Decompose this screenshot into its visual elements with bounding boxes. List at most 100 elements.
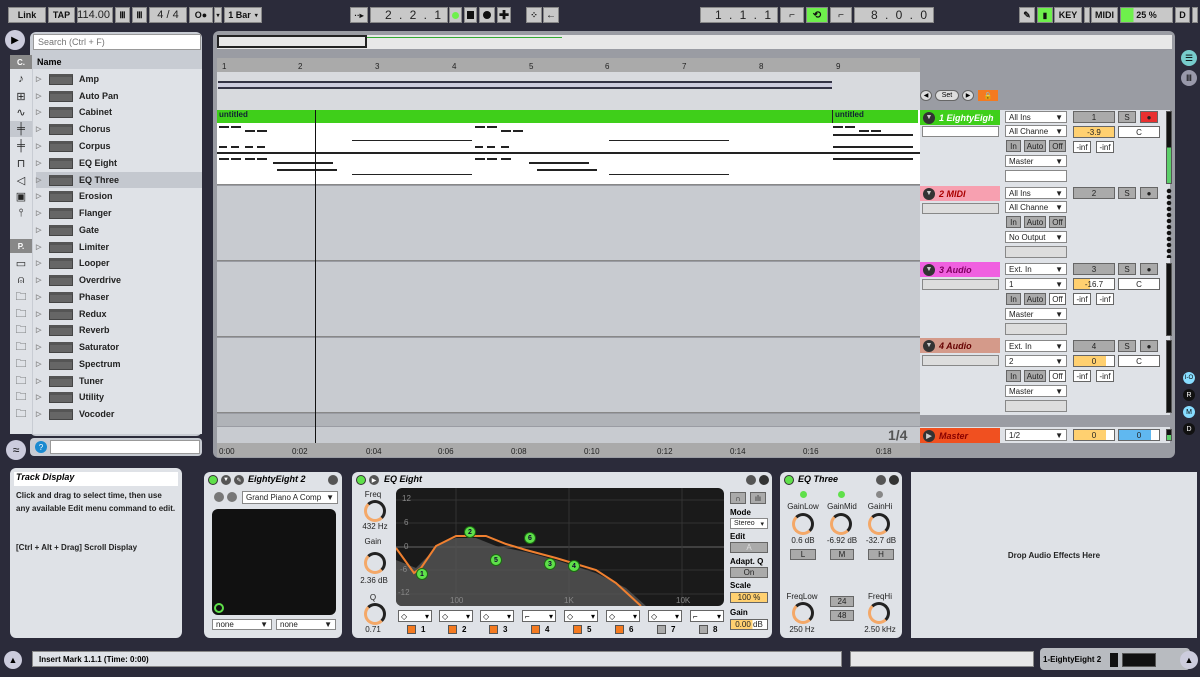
- track-1-monitor-off[interactable]: Off: [1049, 140, 1066, 152]
- folder-icon[interactable]: 🗀: [10, 322, 32, 338]
- track-1-arm[interactable]: ●: [1140, 111, 1158, 123]
- browser-item[interactable]: ▷ Vocoder: [36, 406, 202, 422]
- track-lane[interactable]: [217, 262, 920, 337]
- track-2-solo[interactable]: S: [1118, 187, 1136, 199]
- eq-band-5-handle[interactable]: 5: [490, 554, 502, 566]
- browser-item[interactable]: ▷ EQ Eight: [36, 155, 202, 171]
- track-4-monitor-off[interactable]: Off: [1049, 370, 1066, 382]
- track-3-output-select[interactable]: Master ▼: [1005, 308, 1067, 320]
- fold-icon[interactable]: ▼: [923, 111, 935, 124]
- browser-item[interactable]: ▷ Tuner: [36, 373, 202, 389]
- eq-band-4-handle[interactable]: 4: [568, 560, 580, 572]
- track-1-input-select[interactable]: All Ins ▼: [1005, 111, 1067, 123]
- folder-icon[interactable]: 🗀: [10, 339, 32, 355]
- gainhi-knob[interactable]: [868, 513, 890, 535]
- set-locator-button[interactable]: Set: [935, 90, 959, 101]
- band-4-filter-type[interactable]: ⌐ ▾: [522, 610, 556, 622]
- drums-icon[interactable]: ⊞: [10, 88, 32, 104]
- returns-toggle[interactable]: R: [1183, 389, 1195, 401]
- track-2-channel-select[interactable]: All Channe ▼: [1005, 201, 1067, 213]
- browser-item[interactable]: ▷ Utility: [36, 389, 202, 405]
- track-3-solo[interactable]: S: [1118, 263, 1136, 275]
- plugins-icon[interactable]: ⊓: [10, 155, 32, 171]
- name-column-header[interactable]: Name: [33, 55, 202, 69]
- device-power-icon[interactable]: [784, 475, 794, 485]
- draw-mode-button[interactable]: ✎: [1019, 7, 1035, 23]
- q-knob[interactable]: [364, 603, 386, 625]
- fold-icon[interactable]: ▼: [923, 263, 935, 276]
- eq-band-2-handle[interactable]: 2: [464, 526, 476, 538]
- band-7-toggle[interactable]: 7: [657, 625, 675, 634]
- loop-brace[interactable]: [218, 81, 832, 89]
- quantize-select[interactable]: 1 Bar ▾: [224, 7, 262, 23]
- band-4-toggle[interactable]: 4: [531, 625, 549, 634]
- lock-icon[interactable]: 🔒: [978, 90, 998, 101]
- midi-effects-icon[interactable]: ╪: [10, 138, 32, 154]
- track-2-activator[interactable]: 2: [1073, 187, 1115, 199]
- browser-item[interactable]: ▷ Saturator: [36, 339, 202, 355]
- expand-icon[interactable]: ▷: [36, 360, 46, 368]
- eq-band-3-handle[interactable]: 3: [544, 558, 556, 570]
- metronome-menu[interactable]: ▾: [214, 7, 222, 23]
- loop-length-field[interactable]: 8 . 0 . 0: [854, 7, 934, 23]
- song-position-field[interactable]: 2 . 2 . 1: [370, 7, 448, 23]
- browser-item[interactable]: ▷ Reverb: [36, 322, 202, 338]
- search-input[interactable]: [33, 34, 201, 50]
- next-locator-button[interactable]: ▶: [962, 90, 974, 101]
- help-icon[interactable]: ?: [35, 441, 47, 453]
- nudge-up-button[interactable]: Ⅲ: [132, 7, 147, 23]
- mid-on-toggle[interactable]: M: [830, 549, 854, 560]
- fold-icon[interactable]: ▼: [221, 475, 231, 485]
- track-3-input-select[interactable]: Ext. In ▼: [1005, 263, 1067, 275]
- follow-button[interactable]: ··▸: [350, 7, 368, 23]
- hot-swap-icon[interactable]: [328, 475, 338, 485]
- unfold-icon[interactable]: ▶: [923, 429, 935, 442]
- track-4-arm[interactable]: ●: [1140, 340, 1158, 352]
- browser-item[interactable]: ▷ Corpus: [36, 138, 202, 154]
- track-2-output-select[interactable]: No Output ▼: [1005, 231, 1067, 243]
- expand-icon[interactable]: ▷: [36, 310, 46, 318]
- spectrum-icon[interactable]: ılı: [750, 492, 766, 504]
- track-4-monitor-auto[interactable]: Auto: [1024, 370, 1046, 382]
- browser-item[interactable]: ▷ Auto Pan: [36, 88, 202, 104]
- nudge-down-button[interactable]: Ⅲ: [115, 7, 130, 23]
- wrench-icon[interactable]: ✎: [234, 475, 244, 485]
- slope-48-button[interactable]: 48: [830, 610, 854, 621]
- track-3-monitor-in[interactable]: In: [1006, 293, 1021, 305]
- clips-icon[interactable]: ◁: [10, 172, 32, 188]
- browser-item[interactable]: ▷ Amp: [36, 71, 202, 87]
- fold-icon[interactable]: ▼: [923, 339, 935, 352]
- category-c-tab[interactable]: C.: [10, 55, 32, 69]
- track-1-activator[interactable]: 1: [1073, 111, 1115, 123]
- adapt-q-toggle[interactable]: On: [730, 567, 768, 578]
- loop-start-field[interactable]: 1 . 1 . 1: [700, 7, 778, 23]
- eq-display[interactable]: 12 6 0 -6 -12 100 1K 10K 1 2 3 4 5 6: [396, 488, 724, 606]
- freq-knob[interactable]: [364, 500, 386, 522]
- low-on-toggle[interactable]: L: [790, 549, 816, 560]
- slope-24-button[interactable]: 24: [830, 596, 854, 607]
- track-1-monitor-in[interactable]: In: [1006, 140, 1021, 152]
- track-1-channel-select[interactable]: All Channe ▼: [1005, 125, 1067, 137]
- track-4-volume[interactable]: 0: [1073, 355, 1115, 367]
- track-4-output-select[interactable]: Master ▼: [1005, 385, 1067, 397]
- expand-icon[interactable]: ▷: [36, 192, 46, 200]
- expand-icon[interactable]: ▷: [36, 142, 46, 150]
- hot-swap-icon[interactable]: [876, 475, 886, 485]
- overdub-button[interactable]: ✚: [497, 7, 511, 23]
- tempo-field[interactable]: 114.00: [77, 7, 113, 23]
- band-2-filter-type[interactable]: ◇ ▾: [439, 610, 473, 622]
- mode-select[interactable]: Stereo ▾: [730, 518, 768, 529]
- browser-item[interactable]: ▷ Erosion: [36, 188, 202, 204]
- track-4-pan[interactable]: C: [1118, 355, 1160, 367]
- band-6-toggle[interactable]: 6: [615, 625, 633, 634]
- band-1-toggle[interactable]: 1: [407, 625, 425, 634]
- expand-icon[interactable]: ▷: [36, 377, 46, 385]
- xy-pad[interactable]: [212, 509, 336, 615]
- browser-toggle-icon[interactable]: ▶: [5, 30, 25, 50]
- play-button[interactable]: [449, 7, 462, 23]
- track-1-solo[interactable]: S: [1118, 111, 1136, 123]
- mixer-toggle[interactable]: M: [1183, 406, 1195, 418]
- gainlow-knob[interactable]: [792, 513, 814, 535]
- preview-field[interactable]: [50, 440, 200, 454]
- expand-icon[interactable]: ▷: [36, 259, 46, 267]
